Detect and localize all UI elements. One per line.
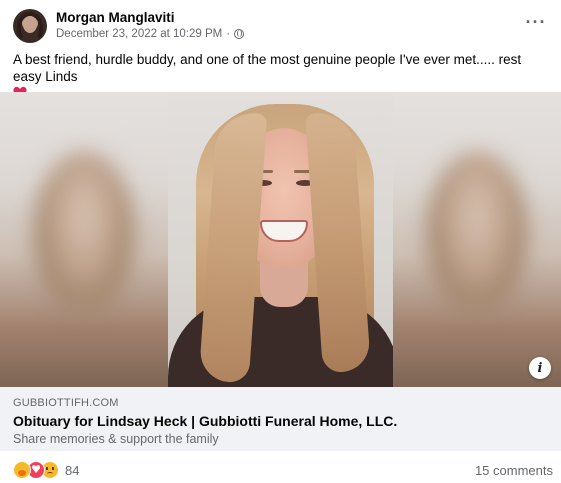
comments-count[interactable]: 15 comments	[475, 463, 553, 478]
post-body: A best friend, hurdle buddy, and one of …	[13, 52, 522, 84]
blur-blob	[427, 152, 527, 312]
blur-blob	[34, 152, 134, 312]
globe-icon[interactable]	[234, 29, 245, 39]
smile	[260, 220, 308, 242]
link-preview-image[interactable]: i	[0, 92, 561, 387]
more-options-icon[interactable]: ···	[523, 12, 549, 32]
link-title: Obituary for Lindsay Heck | Gubbiotti Fu…	[13, 413, 398, 429]
blurred-background-left	[0, 92, 168, 387]
link-preview-card[interactable]: GUBBIOTTIFH.COM Obituary for Lindsay Hec…	[0, 387, 561, 451]
author-name[interactable]: Morgan Manglaviti	[56, 10, 175, 25]
link-domain: GUBBIOTTIFH.COM	[13, 397, 119, 409]
blurred-background-right	[393, 92, 561, 387]
post-timestamp[interactable]: December 23, 2022 at 10:29 PM	[56, 28, 222, 40]
care-reaction-icon	[13, 461, 31, 479]
avatar-face	[23, 16, 37, 33]
post-footer: 84 15 comments	[0, 451, 561, 483]
meta-separator: ·	[226, 28, 231, 40]
post-header: Morgan Manglaviti December 23, 2022 at 1…	[0, 0, 561, 46]
reactions-summary[interactable]: 84	[13, 461, 79, 479]
info-icon[interactable]: i	[529, 357, 551, 379]
author-avatar[interactable]	[13, 9, 47, 43]
link-description: Share memories & support the family	[13, 432, 219, 446]
post-meta: December 23, 2022 at 10:29 PM ·	[56, 28, 245, 40]
reaction-count[interactable]: 84	[65, 463, 79, 478]
portrait-photo	[168, 92, 399, 387]
